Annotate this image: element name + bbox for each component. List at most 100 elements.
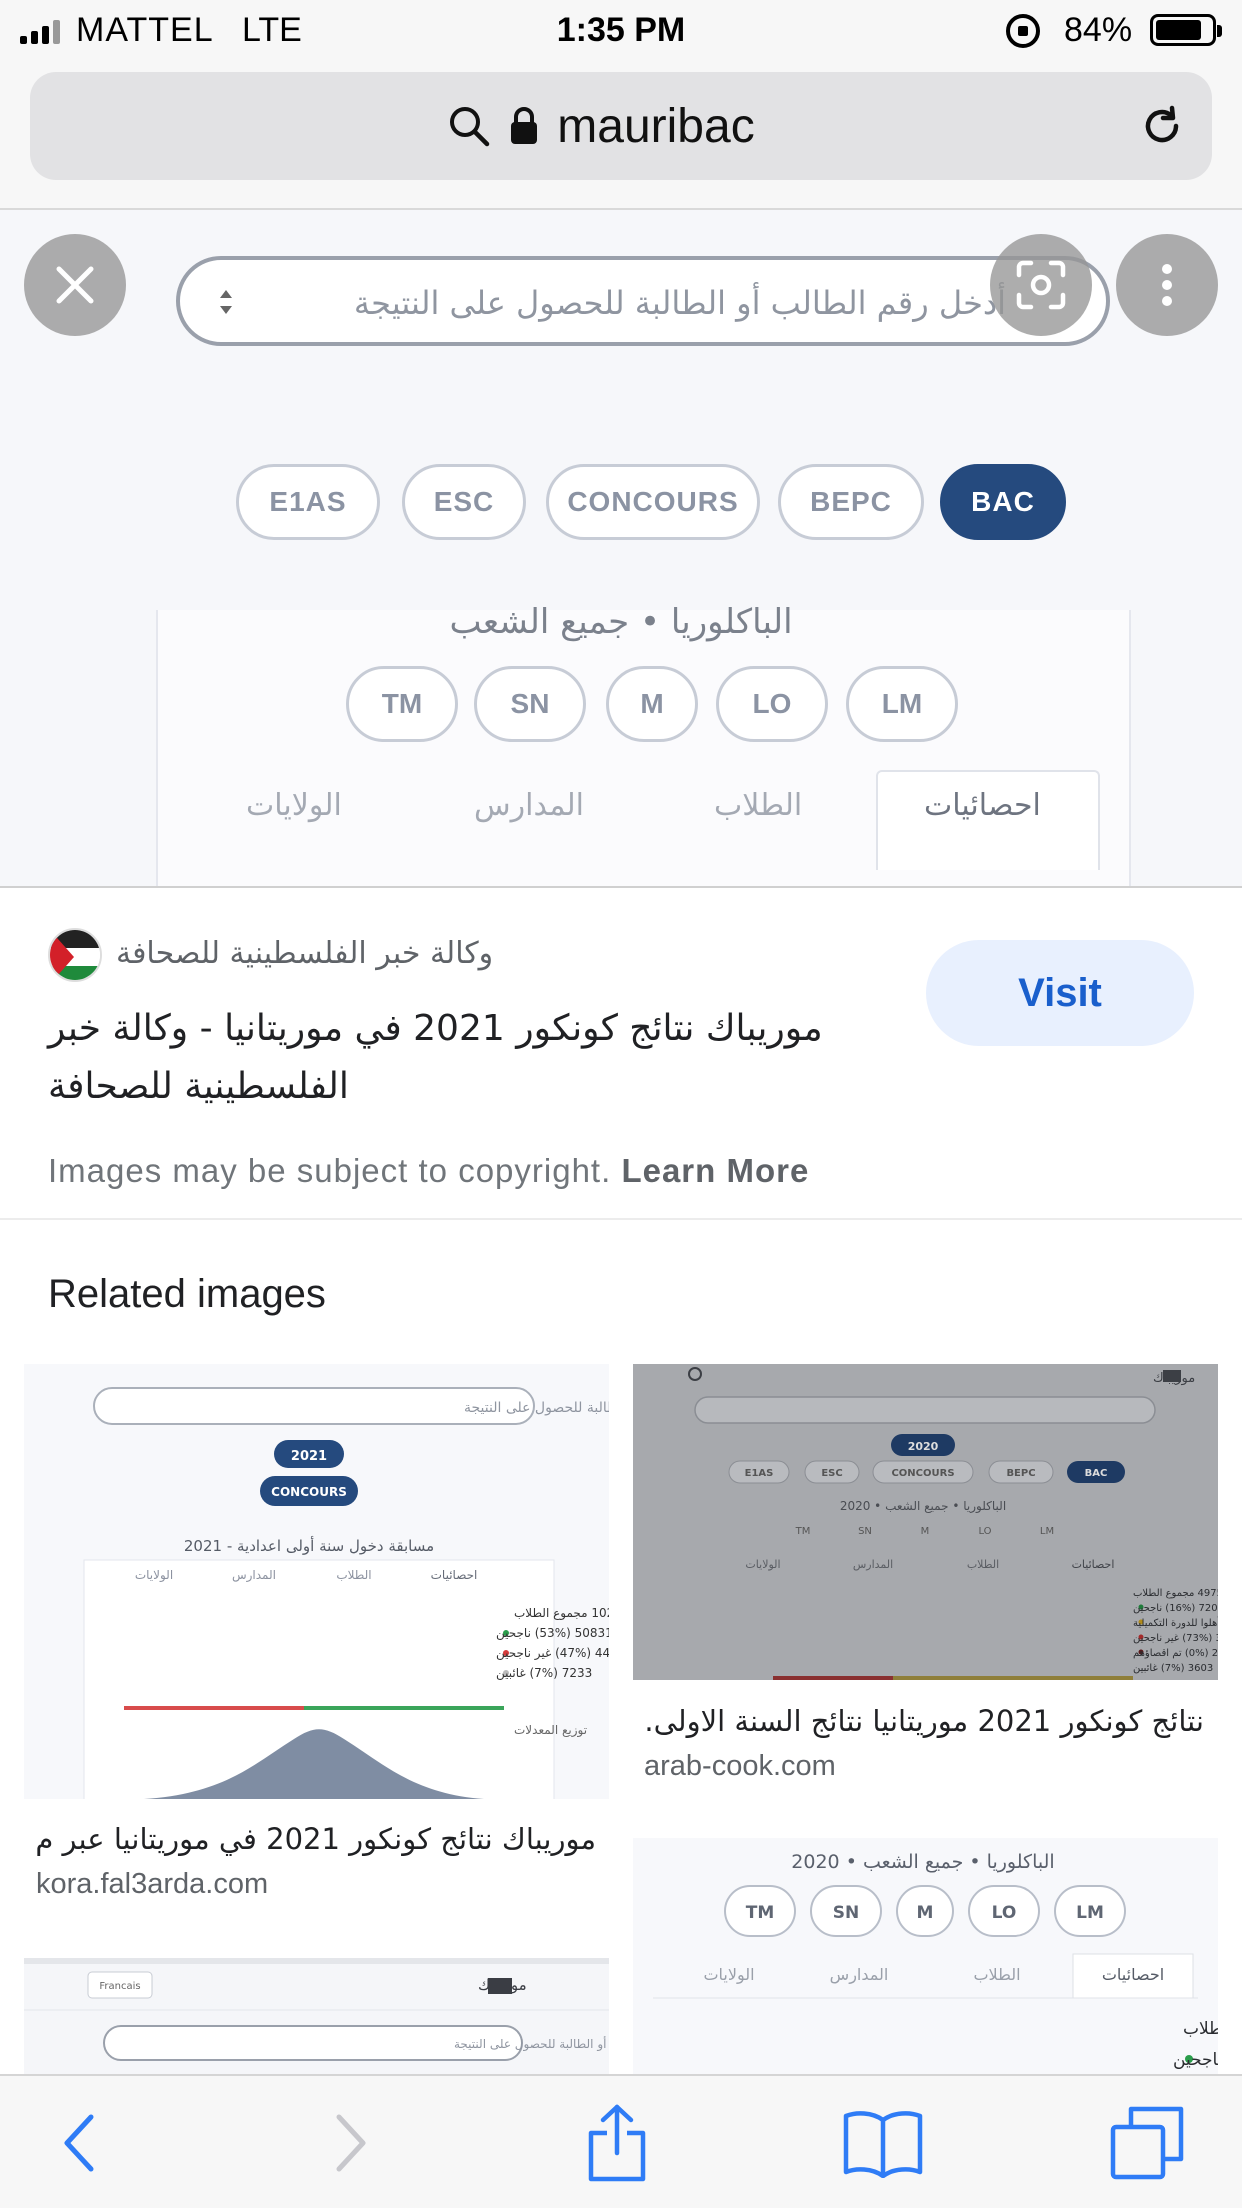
thumb1-tab-statistics: احصائيات bbox=[431, 1568, 478, 1582]
thumb1-row-fail: 44433 (47%) غير ناجحين bbox=[496, 1646, 609, 1661]
image-preview[interactable]: أدخل رقم الطالب أو الطالبة للحصول على ال… bbox=[0, 210, 1242, 888]
thumb4-stat-states: الولايات bbox=[703, 1965, 754, 1985]
preview-search-placeholder: أدخل رقم الطالب أو الطالبة للحصول على ال… bbox=[353, 284, 1006, 322]
preview-stat-tab-statistics: احصائيات bbox=[924, 788, 1041, 823]
source-name: وكالة خبر الفلسطينية للصحافة bbox=[116, 936, 494, 971]
thumb1-tab-schools: المدارس bbox=[232, 1568, 276, 1583]
source-logo bbox=[48, 928, 102, 982]
share-icon bbox=[588, 2104, 646, 2182]
thumb1-row-pass: 50831 (53%) ناجحين bbox=[496, 1626, 609, 1641]
thumb1-search-placeholder: أدخل رقم الطالب أو الطالبة للحصول على ال… bbox=[464, 1398, 609, 1416]
thumb1-distribution-label: توزيع المعدلات bbox=[514, 1723, 587, 1738]
related-thumbnail-3[interactable]: Francais موريباك أدخل رقم الطالب أو الطا… bbox=[24, 1958, 609, 2074]
preview-tab-esc: ESC bbox=[402, 464, 526, 540]
thumb2-fail-bar bbox=[773, 1676, 893, 1680]
lens-button[interactable] bbox=[990, 234, 1092, 336]
safari-toolbar bbox=[0, 2074, 1242, 2208]
thumb2-track-lo: LO bbox=[978, 1526, 991, 1537]
bookmarks-button[interactable] bbox=[838, 2098, 928, 2188]
thumb1-tab-states: الولايات bbox=[135, 1568, 173, 1583]
browser-address-area: mauribac bbox=[0, 62, 1242, 210]
thumb1-pass-bar bbox=[304, 1706, 504, 1710]
related-thumbnail-2[interactable]: موريباك 2020 E1AS ESC CONCOURS BEPC BAC … bbox=[633, 1364, 1218, 1680]
learn-more-link[interactable]: Learn More bbox=[621, 1152, 809, 1189]
back-icon bbox=[64, 2114, 94, 2172]
preview-tab-e1as: E1AS bbox=[236, 464, 380, 540]
thumb2-track-lm: LM bbox=[1040, 1526, 1054, 1537]
related-caption-2[interactable]: نتائج كونكور 2021 موريتانيا نتائج السنة … bbox=[644, 1704, 1204, 1738]
preview-track-lo: LO bbox=[716, 666, 828, 742]
search-icon bbox=[450, 107, 490, 147]
thumb2-track-m: M bbox=[921, 1526, 930, 1537]
preview-track-tm: TM bbox=[346, 666, 458, 742]
preview-tab-bac: BAC bbox=[940, 464, 1066, 540]
image-info-panel: وكالة خبر الفلسطينية للصحافة موريباك نتا… bbox=[0, 890, 1242, 1220]
thumb2-row-absent: 3603 (7%) غائبين bbox=[1133, 1663, 1213, 1674]
thumb3-lang-label: Francais bbox=[99, 1981, 140, 1992]
battery-icon bbox=[1150, 14, 1222, 46]
thumb1-row-absent: 7233 (7%) غائبين bbox=[496, 1666, 592, 1681]
back-button[interactable] bbox=[34, 2098, 124, 2188]
thumb2-subtitle: الباكلوريا • جميع الشعب • 2020 bbox=[840, 1499, 1006, 1514]
thumb4-track-sn: SN bbox=[833, 1903, 859, 1923]
thumb2-tab-bepc: BEPC bbox=[1006, 1468, 1035, 1479]
thumb4-track-tm: TM bbox=[746, 1903, 775, 1923]
thumb4-row-pass: 7200 (16%) ناجحين bbox=[1173, 2050, 1218, 2070]
close-preview-button[interactable] bbox=[24, 234, 126, 336]
preview-exam-tabs: E1AS ESC CONCOURS BEPC BAC bbox=[0, 464, 1242, 540]
tabs-button[interactable] bbox=[1102, 2098, 1192, 2188]
related-domain-1[interactable]: kora.fal3arda.com bbox=[36, 1868, 268, 1901]
preview-track-pills: TM SN M LO LM bbox=[0, 666, 1242, 742]
battery-percent: 84% bbox=[1064, 11, 1133, 49]
thumb2-stat-states: الولايات bbox=[745, 1558, 780, 1571]
preview-stat-tab-states: الولايات bbox=[246, 788, 342, 823]
thumb2-other-bar bbox=[893, 1676, 1133, 1680]
visit-button[interactable]: Visit bbox=[926, 940, 1194, 1046]
preview-stat-tab-schools: المدارس bbox=[474, 788, 585, 823]
thumb2-tab-esc: ESC bbox=[821, 1468, 842, 1479]
related-thumbnail-4[interactable]: الباكلوريا • جميع الشعب • 2020 TM SN M L… bbox=[633, 1838, 1218, 2074]
thumb4-row-total: 49755 مجموع الطلاب bbox=[1183, 2019, 1218, 2039]
share-button[interactable] bbox=[572, 2098, 662, 2188]
thumb4-stat-students: الطلاب bbox=[973, 1965, 1020, 1984]
thumb2-search-field bbox=[694, 1396, 1156, 1424]
address-bar[interactable]: mauribac bbox=[30, 72, 1212, 180]
close-icon bbox=[56, 266, 94, 304]
bookmarks-icon bbox=[843, 2111, 923, 2178]
thumb2-row-pass: 7200 (16%) ناجحين bbox=[1133, 1603, 1218, 1614]
forward-button[interactable] bbox=[306, 2098, 396, 2188]
thumb2-tab-concours: CONCOURS bbox=[891, 1468, 954, 1479]
preview-tab-concours: CONCOURS bbox=[546, 464, 760, 540]
related-thumbnail-1[interactable]: أدخل رقم الطالب أو الطالبة للحصول على ال… bbox=[24, 1364, 609, 1799]
thumb2-cap-icon bbox=[1163, 1370, 1181, 1382]
image-headline[interactable]: موريباك نتائج كونكور 2021 في موريتانيا -… bbox=[48, 1000, 908, 1116]
preview-stat-tabs: الولايات المدارس الطلاب احصائيات bbox=[0, 770, 1242, 870]
more-options-button[interactable] bbox=[1116, 234, 1218, 336]
thumb4-stat-schools: المدارس bbox=[830, 1965, 889, 1985]
related-caption-1[interactable]: موريباك نتائج كونكور 2021 في موريتانيا ع… bbox=[36, 1822, 596, 1856]
lock-icon bbox=[511, 107, 538, 144]
thumb2-share-icon bbox=[688, 1367, 702, 1381]
preview-track-lm: LM bbox=[846, 666, 958, 742]
preview-tab-bepc: BEPC bbox=[778, 464, 924, 540]
thumb2-row-complementary: 5257 (11%) تأهلوا للدورة التكميلية bbox=[1133, 1615, 1218, 1629]
thumb1-row-total: 102497 مجموع الطلاب bbox=[514, 1606, 609, 1621]
copyright-text: Images may be subject to copyright. bbox=[48, 1152, 612, 1189]
thumb2-stat-schools: المدارس bbox=[853, 1558, 893, 1571]
preview-track-sn: SN bbox=[474, 666, 586, 742]
thumb4-stat-statistics: احصائيات bbox=[1102, 1965, 1164, 1984]
thumb2-track-tm: TM bbox=[795, 1526, 811, 1537]
related-images-heading: Related images bbox=[48, 1272, 326, 1316]
thumb1-year: 2021 bbox=[291, 1449, 327, 1464]
related-domain-2[interactable]: arab-cook.com bbox=[644, 1750, 836, 1783]
preview-subtitle: الباكلوريا • جميع الشعب bbox=[449, 602, 793, 642]
thumb1-tab-students: الطلاب bbox=[336, 1568, 371, 1582]
thumb3-cap-icon bbox=[488, 1978, 512, 1994]
lens-icon bbox=[1016, 260, 1066, 310]
reload-icon[interactable] bbox=[1138, 102, 1186, 150]
thumb4-track-lm: LM bbox=[1076, 1903, 1104, 1923]
thumb1-fail-bar bbox=[124, 1706, 304, 1710]
thumb4-track-m: M bbox=[917, 1903, 934, 1923]
thumb2-stat-students: الطلاب bbox=[967, 1558, 999, 1571]
status-bar: MATTEL LTE 1:35 PM 84% bbox=[0, 0, 1242, 62]
